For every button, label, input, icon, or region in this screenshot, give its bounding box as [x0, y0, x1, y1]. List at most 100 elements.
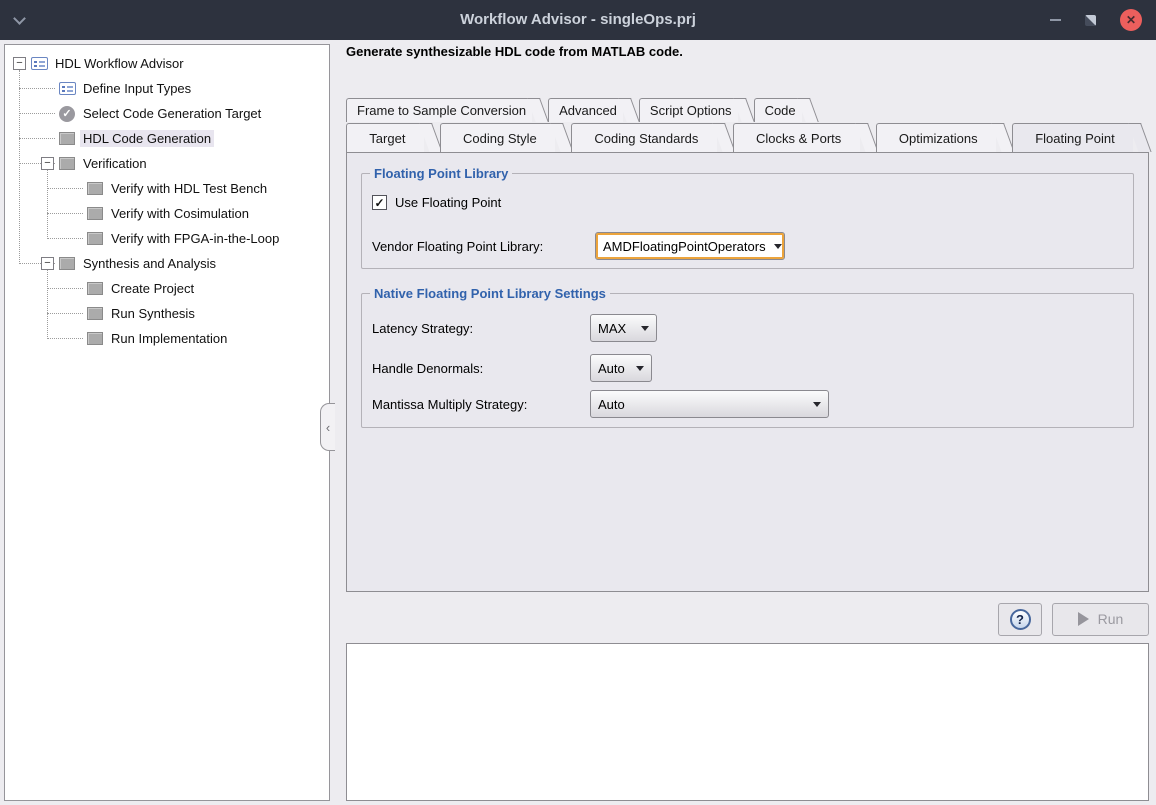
dropdown-value: MAX: [598, 321, 626, 336]
tab-target[interactable]: Target: [346, 123, 424, 152]
latency-strategy-dropdown[interactable]: MAX: [590, 314, 657, 342]
workflow-tree: −HDL Workflow AdvisorDefine Input Types✓…: [5, 45, 329, 800]
handle-denormals-dropdown[interactable]: Auto: [590, 354, 652, 382]
tree-item-verify-with-hdl-test-bench[interactable]: Verify with HDL Test Bench: [5, 176, 329, 201]
tree-item-label: Select Code Generation Target: [80, 105, 264, 122]
task-square-icon: [85, 301, 105, 326]
tree-item-hdl-workflow-advisor[interactable]: − HDL Workflow Advisor: [5, 51, 329, 76]
latency-strategy-label: Latency Strategy:: [372, 321, 473, 336]
tab-advanced[interactable]: Advanced: [548, 98, 623, 122]
tree-item-label: Verify with Cosimulation: [108, 205, 252, 222]
workflow-tree-panel: −HDL Workflow AdvisorDefine Input Types✓…: [4, 44, 330, 801]
tree-connector-line: [47, 170, 48, 239]
settings-rows: Latency Strategy: MAX Handle Denormals: Aut…: [362, 294, 1133, 427]
mantissa-multiply-strategy-label: Mantissa Multiply Strategy:: [372, 397, 527, 412]
dropdown-arrow-icon: [813, 402, 821, 407]
task-square-icon: [85, 226, 105, 251]
tree-item-verify-with-fpga-in-the-loop[interactable]: Verify with FPGA-in-the-Loop: [5, 226, 329, 251]
tab-coding-style[interactable]: Coding Style: [440, 123, 555, 152]
tree-item-verification[interactable]: −Verification: [5, 151, 329, 176]
close-icon[interactable]: ✕: [1120, 9, 1142, 31]
vendor-library-value: AMDFloatingPointOperators: [603, 239, 766, 254]
help-button[interactable]: ?: [998, 603, 1042, 636]
task-description: Generate synthesizable HDL code from MAT…: [346, 44, 683, 59]
tree-item-run-synthesis[interactable]: Run Synthesis: [5, 301, 329, 326]
tree-connector: [69, 276, 85, 301]
dropdown-arrow-icon: [641, 326, 649, 331]
tree-item-synthesis-and-analysis[interactable]: − Synthesis and Analysis: [5, 251, 329, 276]
help-icon: ?: [1010, 609, 1031, 630]
use-floating-point-checkbox[interactable]: ✓: [372, 195, 387, 210]
tree-connector: [69, 326, 85, 351]
run-button[interactable]: Run: [1052, 603, 1149, 636]
tree-item-label: Define Input Types: [80, 80, 194, 97]
tree-item-select-code-generation-target[interactable]: ✓Select Code Generation Target: [5, 101, 329, 126]
workflow-advisor-window: Workflow Advisor - singleOps.prj ✕ − HDL …: [0, 0, 1156, 805]
collapse-panel-button[interactable]: ‹: [320, 403, 335, 451]
task-square-icon: [57, 251, 77, 276]
native-floating-point-settings-group: Native Floating Point Library Settings L…: [361, 293, 1134, 428]
tree-connector: [41, 126, 57, 151]
tab-label: Script Options: [650, 103, 732, 118]
tab-coding-standards[interactable]: Coding Standards: [571, 123, 717, 152]
tree-item-define-input-types[interactable]: Define Input Types: [5, 76, 329, 101]
task-list-icon: [29, 51, 49, 76]
tab-floating-point[interactable]: Floating Point: [1012, 123, 1133, 152]
titlebar[interactable]: Workflow Advisor - singleOps.prj ✕: [0, 0, 1156, 40]
tab-script-options[interactable]: Script Options: [639, 98, 738, 122]
task-square-icon: [85, 276, 105, 301]
tree-item-label: Run Synthesis: [108, 305, 198, 322]
message-output-area[interactable]: [346, 643, 1149, 801]
task-square-icon: [85, 326, 105, 351]
vendor-library-label: Vendor Floating Point Library:: [372, 239, 543, 254]
tree-item-run-implementation[interactable]: Run Implementation: [5, 326, 329, 351]
minus-expander-icon[interactable]: −: [41, 257, 54, 270]
floating-point-library-group: Floating Point Library ✓ Use Floating Po…: [361, 173, 1134, 269]
tree-connector: [69, 226, 85, 251]
task-square-icon: [85, 176, 105, 201]
mantissa-multiply-strategy-dropdown[interactable]: Auto: [590, 390, 829, 418]
tree-connector: −: [13, 51, 29, 76]
vendor-library-row: Vendor Floating Point Library: AMDFloati…: [372, 232, 1123, 260]
dropdown-arrow-icon: [774, 244, 782, 249]
tree-item-label: HDL Code Generation: [80, 130, 214, 147]
group-title: Floating Point Library: [370, 166, 512, 181]
collapse-left-icon: ‹: [326, 420, 330, 435]
minimize-icon[interactable]: [1050, 19, 1061, 21]
dropdown-arrow-icon: [636, 366, 644, 371]
window-title: Workflow Advisor - singleOps.prj: [120, 0, 1036, 40]
tab-label: Optimizations: [899, 131, 978, 146]
vendor-library-dropdown[interactable]: AMDFloatingPointOperators: [595, 232, 785, 260]
tree-connector: [41, 76, 57, 101]
tab-label: Clocks & Ports: [756, 131, 841, 146]
minus-expander-icon[interactable]: −: [41, 157, 54, 170]
task-square-icon: [57, 151, 77, 176]
tree-connector: [69, 201, 85, 226]
chevron-down-icon[interactable]: [14, 13, 26, 25]
tab-label: Coding Style: [463, 131, 537, 146]
check-circle-icon: ✓: [57, 101, 77, 126]
tab-label: Code: [765, 103, 796, 118]
tab-label: Coding Standards: [594, 131, 698, 146]
tree-item-label: HDL Workflow Advisor: [52, 55, 187, 72]
task-action-bar: ? Run: [998, 597, 1149, 641]
tree-item-create-project[interactable]: Create Project: [5, 276, 329, 301]
tab-frame-to-sample-conversion[interactable]: Frame to Sample Conversion: [346, 98, 532, 122]
tab-label: Frame to Sample Conversion: [357, 103, 526, 118]
tab-clocks-ports[interactable]: Clocks & Ports: [733, 123, 860, 152]
dropdown-value: Auto: [598, 397, 625, 412]
tab-code[interactable]: Code: [754, 98, 802, 122]
tree-item-label: Synthesis and Analysis: [80, 255, 219, 272]
tree-item-verify-with-cosimulation[interactable]: Verify with Cosimulation: [5, 201, 329, 226]
restore-window-icon[interactable]: [1085, 15, 1096, 26]
minus-expander-icon[interactable]: −: [13, 57, 26, 70]
task-detail-panel: Generate synthesizable HDL code from MAT…: [340, 44, 1152, 801]
tab-optimizations[interactable]: Optimizations: [876, 123, 996, 152]
tab-row-lower: Target Coding Style Coding Standards Clocks…: [346, 123, 1149, 152]
tree-connector: −: [41, 251, 57, 276]
tree-item-label: Create Project: [108, 280, 197, 297]
handle-denormals-label: Handle Denormals:: [372, 361, 483, 376]
tree-item-hdl-code-generation[interactable]: HDL Code Generation: [5, 126, 329, 151]
tab-row-upper: Frame to Sample Conversion Advanced Script…: [346, 98, 818, 122]
tab-label: Advanced: [559, 103, 617, 118]
